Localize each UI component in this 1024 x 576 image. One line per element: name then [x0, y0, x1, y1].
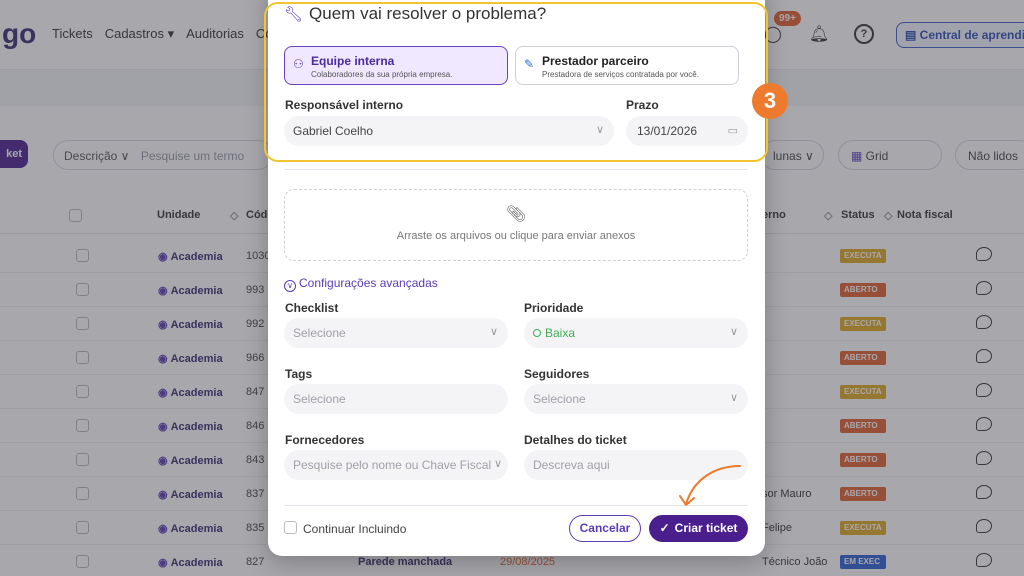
followers-label: Seguidores — [524, 367, 590, 381]
check-icon: ✓ — [659, 521, 670, 535]
priority-dot-icon — [533, 329, 541, 337]
step-number-badge: 3 — [752, 83, 788, 119]
chevron-down-icon: ∨ — [493, 457, 502, 470]
chevron-down-icon: ∨ — [729, 326, 738, 338]
followers-select[interactable]: Selecione ∨ — [524, 384, 748, 414]
tags-label: Tags — [285, 367, 313, 381]
suppliers-label: Fornecedores — [285, 433, 365, 447]
ticket-details-label: Detalhes do ticket — [524, 433, 627, 447]
checklist-select[interactable]: Selecione ∨ — [284, 318, 508, 348]
continue-including-checkbox[interactable] — [284, 521, 297, 534]
chevron-down-icon: ∨ — [729, 392, 738, 404]
cancel-button[interactable]: Cancelar — [569, 515, 641, 542]
tutorial-arrow-icon — [679, 465, 741, 506]
priority-select[interactable]: Baixa ∨ — [524, 318, 748, 348]
chevron-circle-icon: ∨ — [284, 280, 296, 292]
continue-including-label[interactable]: Continuar Incluindo — [303, 522, 406, 536]
priority-label: Prioridade — [524, 301, 584, 315]
dropzone-text: Arraste os arquivos ou clique para envia… — [396, 230, 636, 242]
checklist-label: Checklist — [285, 301, 339, 315]
advanced-settings-toggle[interactable]: ∨ Configurações avançadas — [284, 276, 438, 292]
tutorial-highlight — [264, 2, 768, 162]
tags-select[interactable]: Selecione — [284, 384, 508, 414]
create-ticket-button[interactable]: ✓ Criar ticket — [649, 515, 748, 542]
chevron-down-icon: ∨ — [489, 326, 498, 338]
suppliers-search[interactable]: Pesquise pelo nome ou Chave Fiscal ∨ — [284, 450, 508, 480]
divider — [284, 169, 748, 170]
paperclip-icon: 📎︎ — [505, 206, 527, 223]
attachments-dropzone[interactable]: 📎︎ Arraste os arquivos ou clique para en… — [284, 189, 748, 261]
